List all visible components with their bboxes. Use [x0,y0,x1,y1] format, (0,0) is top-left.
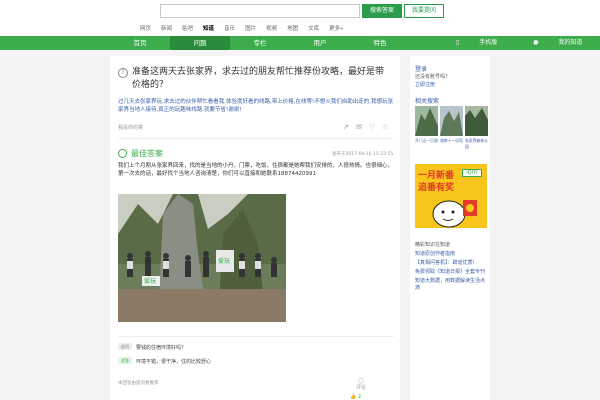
related-thumb[interactable] [415,106,438,136]
recommended-note: 本回答由提问者推荐 [118,381,159,386]
share-icon[interactable]: ↗ [341,122,351,132]
thumb-caption[interactable]: 开门山一日游 [415,138,440,150]
channel-link[interactable]: 网页 [140,24,151,34]
question-icon: ? [118,68,128,78]
comment-button[interactable]: ◯ 评论 [354,378,368,392]
thumb-up-icon: 👍 [350,394,357,400]
best-answer-label: 最佳答案 [131,149,163,158]
comment-icon[interactable]: ✉ [354,122,364,132]
recommended-title: 精彩知识在知道 [415,242,451,248]
nav-features[interactable]: 特色 [350,36,410,50]
nav-columns[interactable]: 专栏 [230,36,290,50]
like-button[interactable]: 👍 2 [350,394,361,400]
ask-question-button[interactable]: 我要提问 [404,4,444,18]
mountain-image [440,106,463,136]
thumb-captions: 开门山一日游 湖南十一自驾 张家界森林公园 [415,138,490,150]
nav-users[interactable]: 用户 [290,36,350,50]
star-icon[interactable]: ☆ [380,122,390,132]
channel-link[interactable]: 视频 [266,24,277,34]
divider [118,138,394,139]
question-panel: ? 准备这两天去张家界，求去过的朋友帮忙推荐份攻略，最好是带价格的？ 过几天去张… [110,56,400,400]
followup-ask-text: 要钱的住宿环境好吗？ [136,345,187,351]
recommended-item[interactable]: 免费领取《知道日报》全套专刊 [415,269,487,276]
ad-logo: iQIYI [462,169,482,177]
group-photo-image: 爱玩 爱玩 [118,194,286,322]
search-input[interactable] [160,4,360,18]
question-description: 过几天去张家界玩,求去过的伙伴帮忙看看我,体验度好看的线路,带上价格,在线等!不… [118,99,393,113]
recommended-item[interactable]: 知道原创作者指南 [415,251,487,258]
top-bar: 搜索答案 我要提问 网页 新闻 贴吧 知道 音乐 图片 视频 地图 文库 更多» [0,0,600,36]
photo-sign-text: 爱玩 [144,277,156,285]
question-author[interactable]: 我是你的菜 [118,124,143,131]
mountain-image [465,106,488,136]
channel-link[interactable]: 新闻 [161,24,172,34]
question-actions: ↗ ✉ ♡ ☆ [338,122,390,132]
recommended-item[interactable]: 知道大数据，用数据解读生活点滴 [415,278,487,292]
followup-answer-text: 环境不错，很干净，住的比较舒心 [136,359,212,365]
main-nav: 首页 问题 专栏 用户 特色 [110,36,410,50]
sidebar-login-text: 还没有账号吗？ [415,74,451,80]
mountain-image [415,106,438,136]
thumb-up-icon[interactable]: ♡ [367,122,377,132]
thumb-caption[interactable]: 张家界森林公园 [465,138,490,150]
recommended-list: 精彩知识在知道 知道原创作者指南 【真相问答机】：辟谣优质！ 免费领取《知道日报… [415,242,487,294]
related-thumb[interactable] [465,106,488,136]
my-zhidao-link[interactable]: ● 我的知道 [515,36,582,50]
nav-right: ▯ 手机版 ● 我的知道 [420,36,582,50]
channel-link[interactable]: 贴吧 [182,24,193,34]
sidebar: 登录 还没有账号吗？ 立即注册 相关搜索 开门山一日游 湖南十一自驾 张家界森林… [410,56,490,400]
recommended-item[interactable]: 【真相问答机】：辟谣优质！ [415,260,487,267]
channel-link[interactable]: 文库 [308,24,319,34]
answer-time: 发布于2017-04-10 15:23:55 [332,152,394,157]
ad-mascot-image [432,200,477,228]
related-thumbs [415,106,490,136]
answer-text: 我们上个月刚从张家界回来，找的是当地的小丹，门票，吃饭，住宿都是她帮我们安排的，… [118,163,394,177]
channel-nav: 网页 新闻 贴吧 知道 音乐 图片 视频 地图 文库 更多» [140,24,354,34]
search-answer-button[interactable]: 搜索答案 [362,4,402,18]
channel-link[interactable]: 图片 [245,24,256,34]
phone-icon: ▯ [456,39,460,46]
best-answer-icon [118,149,127,158]
channel-link-active[interactable]: 知道 [203,24,214,34]
followup-ask-tag: 追问 [118,343,132,350]
photo-banner-text: 爱玩 [218,257,230,265]
question-title: 准备这两天去张家界，求去过的朋友帮忙推荐份攻略，最好是带价格的？ [132,67,385,90]
ad-banner[interactable]: 一月新番 追番有奖 iQIYI [415,164,487,228]
channel-link[interactable]: 地图 [287,24,298,34]
mobile-version-link[interactable]: ▯ 手机版 [438,36,497,50]
followup-answer-tag: 追答 [118,357,132,364]
user-icon: ● [533,39,539,46]
answer-photo[interactable]: 爱玩 爱玩 [118,194,286,322]
nav-home[interactable]: 首页 [110,36,170,50]
related-thumb[interactable] [440,106,463,136]
related-title: 相关搜索 [415,98,440,105]
register-link[interactable]: 立即注册 [415,82,435,89]
divider [118,336,394,337]
comment-label: 评论 [355,385,366,391]
nav-questions[interactable]: 问题 [170,36,230,50]
channel-link-more[interactable]: 更多» [329,24,343,34]
channel-link[interactable]: 音乐 [224,24,235,34]
sidebar-login-title[interactable]: 登录 [415,64,427,73]
thumb-caption[interactable]: 湖南十一自驾 [440,138,465,150]
